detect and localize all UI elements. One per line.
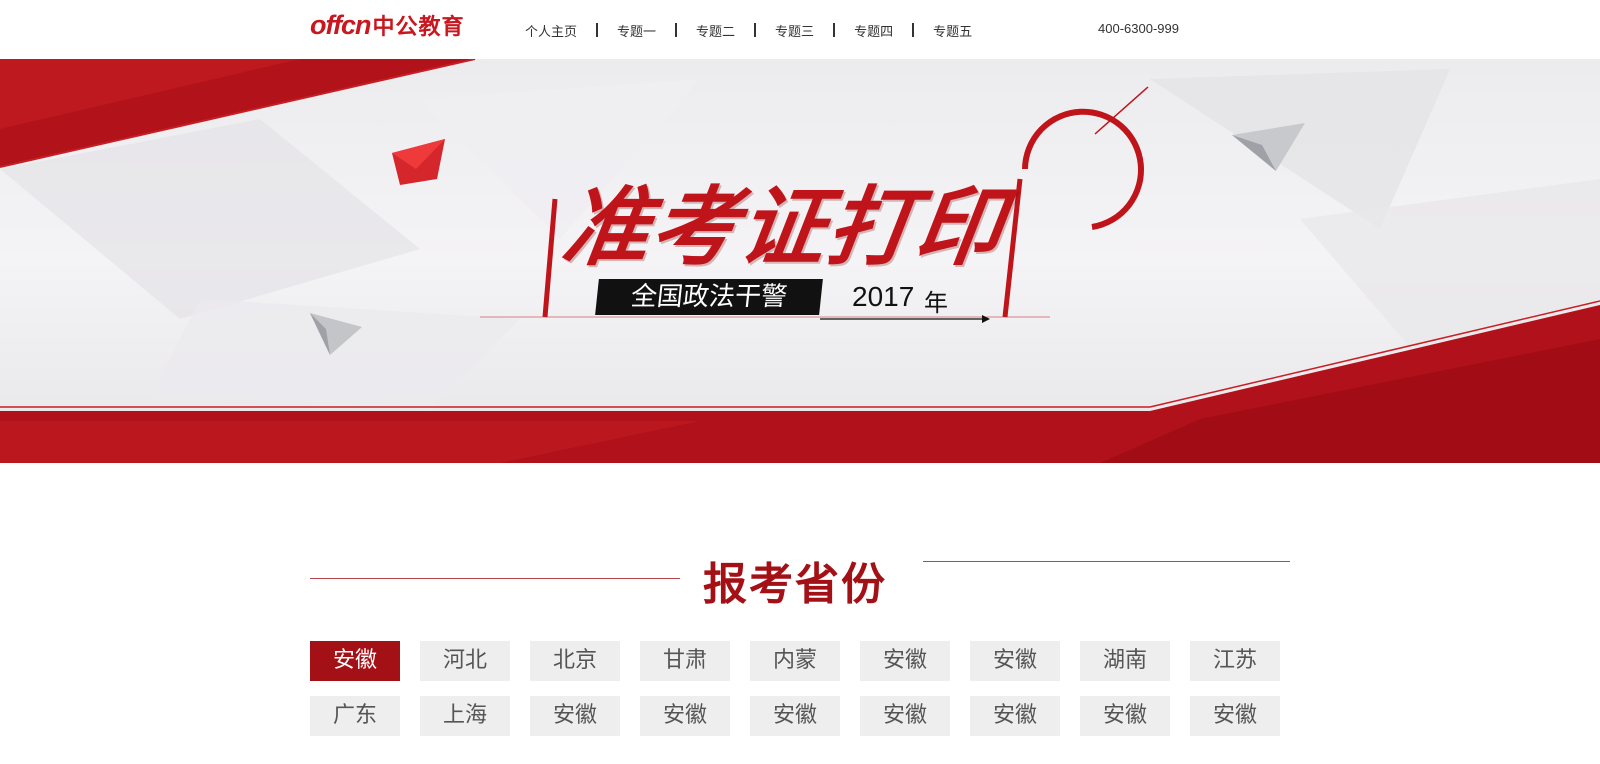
province-button[interactable]: 安徽 (530, 696, 620, 736)
nav-divider (675, 23, 678, 37)
nav-item-topic-1[interactable]: 专题一 (617, 21, 656, 40)
province-button[interactable]: 广东 (310, 696, 400, 736)
province-button[interactable]: 安徽 (750, 696, 840, 736)
nav-item-topic-3[interactable]: 专题三 (775, 21, 814, 40)
logo-wordmark: offcn (310, 9, 371, 40)
province-button[interactable]: 安徽 (640, 696, 730, 736)
nav-item-home[interactable]: 个人主页 (525, 21, 577, 40)
nav-divider (833, 23, 836, 37)
site-header: offcn 中公教育 个人主页 专题一 专题二 专题三 专题四 专题五 400-… (0, 0, 1600, 59)
province-button[interactable]: 安徽 (1190, 696, 1280, 736)
province-button-selected[interactable]: 安徽 (310, 641, 400, 681)
province-button[interactable]: 北京 (530, 641, 620, 681)
province-button[interactable]: 安徽 (970, 641, 1060, 681)
nav-item-topic-4[interactable]: 专题四 (854, 21, 893, 40)
province-button[interactable]: 安徽 (860, 696, 950, 736)
hotline-number: 400-6300-999 (1098, 21, 1179, 36)
nav-divider (912, 23, 915, 37)
province-button[interactable]: 湖南 (1080, 641, 1170, 681)
banner-exam-tag: 全国政法干警 (595, 279, 823, 315)
province-button[interactable]: 安徽 (860, 641, 950, 681)
hero-banner: 准考证打印 全国政法干警 2017 年 (0, 59, 1600, 463)
nav-divider (754, 23, 757, 37)
heading-line-right (923, 561, 1290, 562)
logo[interactable]: offcn 中公教育 (310, 9, 465, 41)
province-grid: 安徽 河北 北京 甘肃 内蒙 安徽 安徽 湖南 江苏 广东 上海 安徽 安徽 安… (310, 641, 1290, 736)
logo-chinese-name: 中公教育 (372, 15, 465, 40)
province-button[interactable]: 甘肃 (640, 641, 730, 681)
banner-year: 2017 (852, 281, 915, 312)
province-button[interactable]: 江苏 (1190, 641, 1280, 681)
province-button[interactable]: 河北 (420, 641, 510, 681)
top-nav: 个人主页 专题一 专题二 专题三 专题四 专题五 (525, 20, 972, 40)
heading-line-left (310, 578, 680, 579)
province-button[interactable]: 上海 (420, 696, 510, 736)
province-section-heading: 报考省份 (310, 548, 1290, 610)
section-title: 报考省份 (703, 559, 887, 610)
province-button[interactable]: 安徽 (970, 696, 1060, 736)
nav-divider (596, 23, 599, 37)
nav-item-topic-2[interactable]: 专题二 (696, 21, 735, 40)
banner-year-suffix: 年 (924, 289, 948, 317)
province-button[interactable]: 安徽 (1080, 696, 1170, 736)
nav-item-topic-5[interactable]: 专题五 (933, 21, 972, 40)
province-button[interactable]: 内蒙 (750, 641, 840, 681)
banner-title: 准考证打印 (556, 178, 1011, 278)
